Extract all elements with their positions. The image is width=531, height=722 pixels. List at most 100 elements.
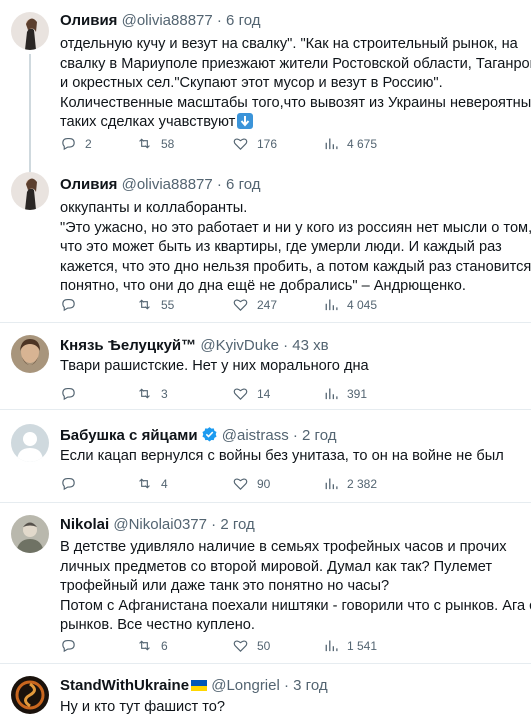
views-count: 4 675 [347, 136, 378, 151]
tweet-text: оккупанты и коллаборанты. "Это ужасно, н… [60, 199, 531, 297]
author-handle[interactable]: @KyivDuke [200, 337, 279, 354]
avatar-olivia[interactable] [11, 12, 49, 50]
tweet-1[interactable]: Оливия @olivia88877 · 6 год отдельную ку… [0, 0, 531, 170]
avatar-olivia[interactable] [11, 172, 49, 210]
tweet-actions: 2 58 176 4 675 [60, 135, 500, 153]
text-line: кажется, что это дно нельзя пробить, а п… [60, 258, 531, 275]
retweet-count: 3 [161, 386, 168, 401]
avatar-nikolai[interactable] [11, 515, 49, 553]
author-handle[interactable]: @Longriel [211, 677, 280, 694]
text-line: Если кацап вернулся с войны без унитаза,… [60, 448, 504, 464]
like-icon [233, 640, 248, 652]
tweet-text: Твари рашистские. Нет у них морального д… [60, 357, 520, 377]
views-count: 1 541 [347, 638, 378, 653]
text-line: свалку в Мариуполе приезжают жители Рост… [60, 55, 531, 72]
like-icon [233, 388, 248, 400]
retweet-button[interactable]: 58 [136, 135, 174, 152]
reply-icon [62, 477, 75, 491]
like-count: 247 [257, 297, 278, 312]
like-button[interactable]: 90 [232, 475, 270, 492]
views-button[interactable]: 4 675 [322, 135, 377, 152]
author-name[interactable]: Бабушка с яйцами [60, 427, 198, 444]
author-handle[interactable]: @Nikolai0377 [113, 516, 207, 533]
like-button[interactable]: 247 [232, 296, 277, 313]
tweet-3[interactable]: Князь Ѣелуцкуй™ @KyivDuke · 43 хв Твари … [0, 323, 531, 409]
author-name[interactable]: Оливия [60, 176, 117, 193]
retweet-button[interactable]: 55 [136, 296, 174, 313]
author-name[interactable]: StandWithUkraine [60, 677, 189, 694]
retweet-icon [139, 388, 150, 399]
reply-button[interactable] [60, 637, 85, 654]
text-line: Ну и кто тут фашист то? [60, 699, 225, 715]
views-count: 2 382 [347, 476, 378, 491]
views-count: 391 [347, 386, 368, 401]
views-button[interactable]: 1 541 [322, 637, 377, 654]
text-line: В детстве удивляло наличие в семьях троф… [60, 539, 507, 555]
like-button[interactable]: 50 [232, 637, 270, 654]
like-button[interactable]: 176 [232, 135, 277, 152]
reply-button[interactable] [60, 475, 85, 492]
retweet-icon [139, 478, 150, 489]
views-button[interactable]: 2 382 [322, 475, 377, 492]
tweet-time[interactable]: · 6 год [217, 12, 261, 29]
text-line: Твари рашистские. Нет у них морального д… [60, 358, 369, 374]
reply-count: 2 [85, 136, 92, 151]
retweet-count: 4 [161, 476, 168, 491]
tweet-6[interactable]: StandWithUkraine @Longriel · 3 год Ну и … [0, 664, 531, 722]
avatar-longriel[interactable] [11, 676, 49, 714]
retweet-count: 55 [161, 297, 175, 312]
tweet-2[interactable]: Оливия @olivia88877 · 6 год оккупанты и … [0, 170, 531, 322]
author-name[interactable]: Nikolai [60, 516, 109, 533]
views-icon [325, 388, 338, 400]
tweet-time[interactable]: · 2 год [211, 516, 255, 533]
text-line: Количественные масштабы того,что вывозят… [60, 94, 531, 111]
views-icon [325, 640, 338, 652]
tweet-actions: 55 247 4 045 [60, 296, 500, 314]
text-line: что это может быть из квартиры, где умер… [60, 239, 502, 256]
tweet-time[interactable]: · 3 год [284, 677, 328, 694]
views-icon [325, 138, 338, 150]
reply-button[interactable] [60, 296, 85, 313]
text-line: трофейный или даже танк это понятно но ч… [60, 578, 390, 595]
retweet-button[interactable]: 4 [136, 475, 168, 492]
reply-icon [62, 298, 75, 312]
down-arrow-emoji [237, 113, 254, 130]
tweet-time[interactable]: · 43 хв [283, 337, 328, 354]
tweet-5[interactable]: Nikolai @Nikolai0377 · 2 год В детстве у… [0, 503, 531, 663]
views-button[interactable]: 391 [322, 385, 367, 402]
tweet-time[interactable]: · 2 год [293, 427, 337, 444]
author-name[interactable]: Оливия [60, 12, 117, 29]
tweet-text: Если кацап вернулся с войны без унитаза,… [60, 447, 520, 467]
text-line: оккупанты и коллаборанты. [60, 200, 248, 216]
text-line: таких сделках учавствуют [60, 113, 520, 133]
retweet-button[interactable]: 3 [136, 385, 168, 402]
reply-button[interactable]: 2 [60, 135, 92, 152]
avatar-kyivduke[interactable] [11, 335, 49, 373]
reply-button[interactable] [60, 385, 85, 402]
like-count: 14 [257, 386, 271, 401]
reply-icon [62, 639, 75, 653]
retweet-button[interactable]: 6 [136, 637, 168, 654]
like-count: 176 [257, 136, 278, 151]
avatar-aistrass[interactable] [11, 424, 49, 462]
tweet-actions: 6 50 1 541 [60, 637, 500, 655]
like-button[interactable]: 14 [232, 385, 270, 402]
author-handle[interactable]: @olivia88877 [122, 12, 213, 29]
tweet-text: Ну и кто тут фашист то? [60, 698, 520, 718]
verified-icon [202, 427, 217, 442]
tweet-text: отдельную кучу и везут на свалку". "Как … [60, 35, 531, 133]
author-handle[interactable]: @olivia88877 [122, 176, 213, 193]
author-handle[interactable]: @aistrass [222, 427, 289, 444]
tweet-4[interactable]: Бабушка с яйцами @aistrass · 2 год Если … [0, 410, 531, 502]
reply-icon [62, 137, 75, 151]
reply-icon [62, 387, 75, 401]
tweet-time[interactable]: · 6 год [217, 176, 261, 193]
text-line: рынков. Все честно куплено. [60, 617, 255, 634]
views-button[interactable]: 4 045 [322, 296, 377, 313]
like-icon [233, 478, 248, 490]
retweet-count: 58 [161, 136, 175, 151]
like-count: 50 [257, 638, 271, 653]
text-line: и окрестных сел."Скупают этот мусор и ве… [60, 75, 443, 92]
author-name[interactable]: Князь Ѣелуцкуй™ [60, 337, 196, 354]
views-icon [325, 478, 338, 490]
